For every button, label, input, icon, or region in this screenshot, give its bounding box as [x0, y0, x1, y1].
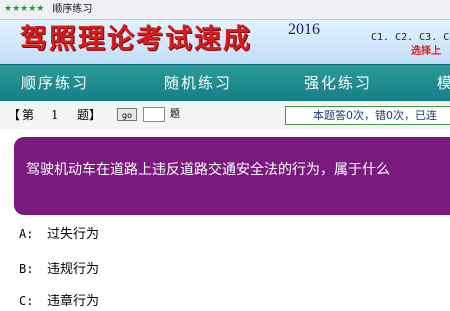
question-prefix: 第 — [22, 108, 35, 122]
main-nav: 顺序练习 随机练习 强化练习 模 — [0, 64, 450, 101]
option-c[interactable]: C: 违章行为 — [19, 292, 99, 311]
option-a-letter: A: — [19, 227, 34, 241]
option-a[interactable]: A: 过失行为 — [19, 225, 99, 244]
rating-stars-icon: ★★★★★ — [4, 4, 45, 14]
choose-license-link[interactable]: 选择上 — [411, 45, 441, 59]
title-bar: ★★★★★ 顺序练习 — [0, 0, 450, 20]
nav-intensive-practice[interactable]: 强化练习 — [304, 65, 372, 101]
question-number-unit: 题 — [170, 109, 180, 120]
go-button[interactable]: go — [117, 108, 137, 121]
nav-random-practice[interactable]: 随机练习 — [164, 65, 232, 101]
nav-sequential-practice[interactable]: 顺序练习 — [21, 65, 89, 101]
option-b-text: 违规行为 — [47, 262, 100, 277]
option-b[interactable]: B: 违规行为 — [19, 260, 99, 279]
license-classes: C1. C2. C3. C4 — [371, 32, 450, 43]
banner-year: 2016 — [288, 21, 320, 38]
app-banner: 驾照理论考试速成 2016 C1. C2. C3. C4 选择上 — [0, 20, 450, 64]
window-title: 顺序练习 — [52, 4, 93, 15]
option-b-letter: B: — [19, 262, 34, 276]
nav-mock-exam[interactable]: 模 — [437, 65, 450, 101]
option-c-text: 违章行为 — [47, 294, 100, 309]
question-number-input[interactable] — [143, 107, 165, 122]
option-c-letter: C: — [19, 294, 34, 308]
answer-stats: 本题答0次，错0次，已连 — [285, 106, 450, 125]
question-bracket-open: 【 — [8, 108, 21, 122]
option-a-text: 过失行为 — [47, 227, 100, 242]
question-text: 驾驶机动车在道路上违反道路交通安全法的行为，属于什么 — [26, 162, 390, 178]
app-logo-title: 驾照理论考试速成 — [20, 24, 252, 55]
question-header: 【 第 1 题】 go 题 本题答0次，错0次，已连 — [0, 101, 450, 129]
question-suffix: 题】 — [77, 108, 102, 122]
question-number: 1 — [51, 108, 59, 122]
